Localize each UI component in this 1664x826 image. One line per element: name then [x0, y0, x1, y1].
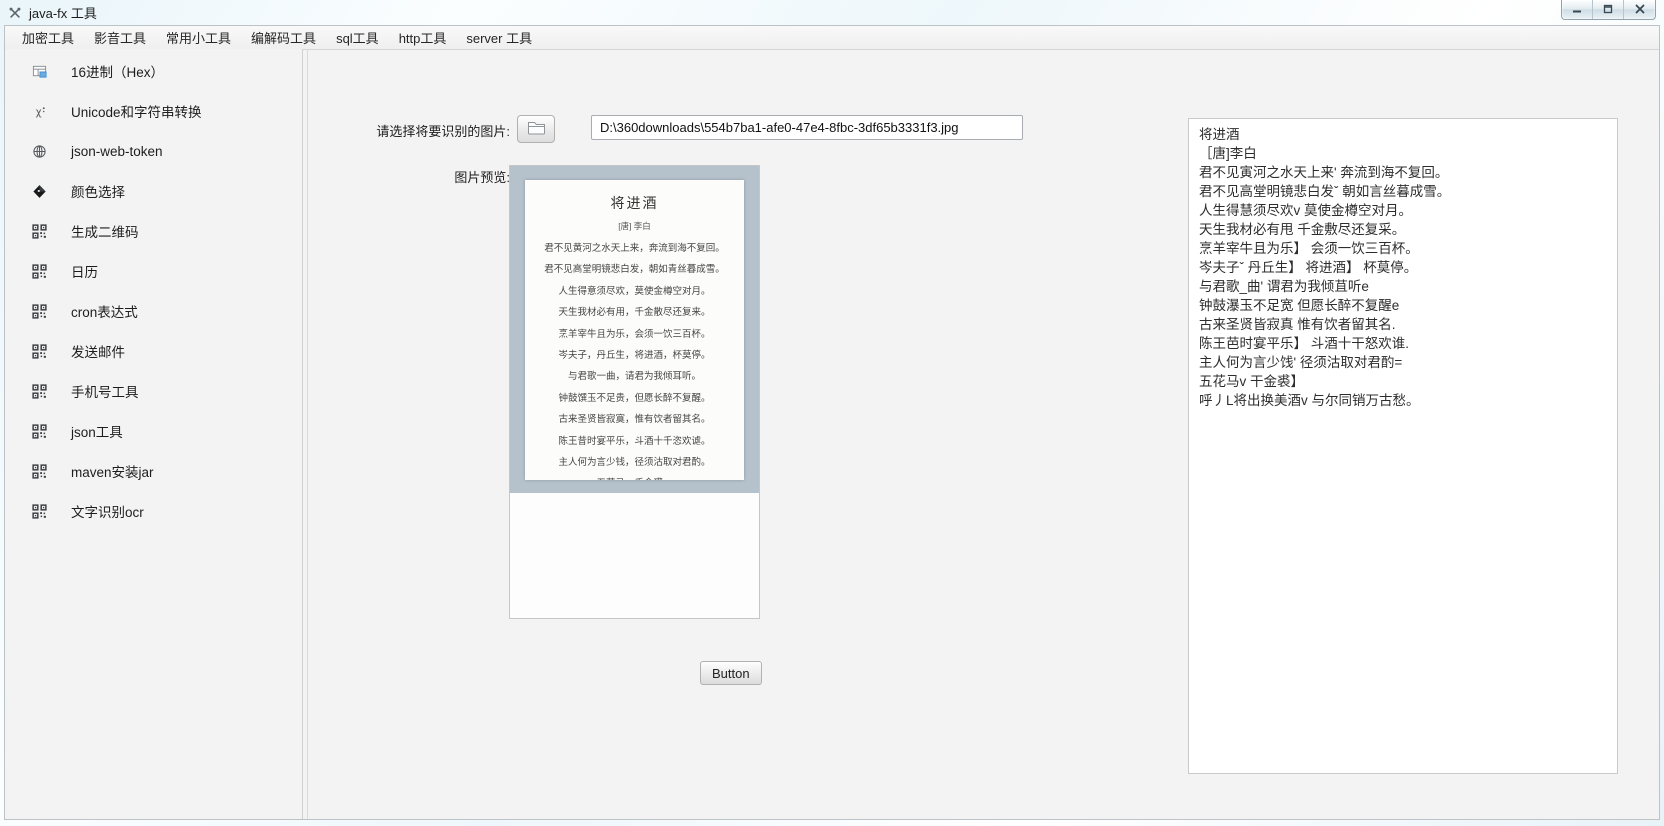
- sidebar-item[interactable]: 手机号工具: [5, 371, 302, 411]
- poem-line: 烹羊宰牛且为乐，会须一饮三百杯。: [525, 324, 744, 345]
- sidebar-item[interactable]: χ Unicode和字符串转换: [5, 91, 302, 131]
- sidebar-item[interactable]: 发送邮件: [5, 331, 302, 371]
- ocr-result-line: ［唐]李白: [1199, 144, 1607, 163]
- ocr-result-line: 将进酒: [1199, 125, 1607, 144]
- poem-lines: 君不见黄河之水天上来，奔流到海不复回。 君不见高堂明镜悲白发，朝如青丝暮成雪。 …: [525, 238, 744, 480]
- sidebar-item-label: 文字识别ocr: [71, 501, 144, 521]
- ocr-result-line: 君不见寅河之水天上来' 奔流到海不复回。: [1199, 163, 1607, 182]
- poem-line: 古来圣贤皆寂寞，惟有饮者留其名。: [525, 409, 744, 430]
- qr-icon: [29, 344, 49, 359]
- ocr-result-line: 五花马v 干金裘】: [1199, 372, 1607, 391]
- app-window: 加密工具 影音工具 常用小工具 编解码工具 sql工具 http工具 serve…: [4, 25, 1660, 820]
- sidebar-item[interactable]: json工具: [5, 411, 302, 451]
- sidebar-item-label: Unicode和字符串转换: [71, 101, 202, 121]
- sidebar-item[interactable]: maven安装jar: [5, 451, 302, 491]
- maximize-icon: [1602, 2, 1614, 17]
- sidebar-item-label: 手机号工具: [71, 381, 139, 401]
- poem-line: 天生我材必有用，千金散尽还复来。: [525, 302, 744, 323]
- menu-item[interactable]: sql工具: [326, 25, 389, 50]
- ocr-result-line: 呼丿L将出换美酒v 与尔同销万古愁。: [1199, 391, 1607, 410]
- minimize-icon: [1571, 2, 1583, 17]
- file-select-label: 请选择将要识别的图片:: [308, 121, 510, 140]
- sidebar-item-label: 生成二维码: [71, 221, 139, 241]
- menu-item[interactable]: server 工具: [456, 25, 542, 50]
- browse-button[interactable]: [517, 115, 555, 143]
- sidebar-item[interactable]: 文字识别ocr: [5, 491, 302, 531]
- poem-line: 五花马，千金裘，: [525, 473, 744, 480]
- sidebar-item-label: 16进制（Hex）: [71, 61, 164, 81]
- image-preview-pane: 将进酒 [唐] 李白 君不见黄河之水天上来，奔流到海不复回。 君不见高堂明镜悲白…: [509, 165, 760, 619]
- menu-bar: 加密工具 影音工具 常用小工具 编解码工具 sql工具 http工具 serve…: [5, 26, 1659, 50]
- ocr-result-textarea[interactable]: 将进酒 ［唐]李白 君不见寅河之水天上来' 奔流到海不复回。 君不见高堂明镜悲白…: [1188, 118, 1618, 774]
- qr-icon: [29, 384, 49, 399]
- sidebar-item-label: 发送邮件: [71, 341, 125, 361]
- poem-line: 人生得意须尽欢，莫使金樽空对月。: [525, 281, 744, 302]
- image-path-input[interactable]: [591, 115, 1023, 140]
- ocr-result-line: 钟鼓瀑玉不足宽 但愿长醉不复醒e: [1199, 296, 1607, 315]
- globe-icon: [29, 144, 49, 159]
- ocr-result-line: 与君歌_曲' 谓君为我倾苴听e: [1199, 277, 1607, 296]
- folder-icon: [527, 120, 546, 138]
- tools-icon: [7, 5, 22, 20]
- preview-label: 图片预览:: [308, 167, 510, 186]
- sidebar-item-label: 日历: [71, 261, 98, 281]
- poem-line: 与君歌一曲，请君为我倾耳听。: [525, 366, 744, 387]
- ocr-result-line: 岑夫子ˇ 丹丘生】 将进酒】 杯莫停。: [1199, 258, 1607, 277]
- qr-icon: [29, 504, 49, 519]
- sidebar-item-label: json工具: [71, 421, 123, 441]
- menu-item[interactable]: 加密工具: [12, 25, 84, 50]
- sidebar-item[interactable]: json-web-token: [5, 131, 302, 171]
- main-content: 请选择将要识别的图片: 图片预览: 将进酒 [唐] 李白 君不见黄河之水天上来，…: [307, 49, 1659, 819]
- qr-icon: [29, 304, 49, 319]
- menu-item[interactable]: 常用小工具: [156, 25, 241, 50]
- ocr-result-line: 烹羊宰牛且为乐】 会须一饮三百杯。: [1199, 239, 1607, 258]
- sidebar-item-label: json-web-token: [71, 144, 163, 159]
- ocr-result-line: 人生得慧须尽欢v 莫使金樽空对月。: [1199, 201, 1607, 220]
- poem-line: 钟鼓馔玉不足贵，但愿长醉不复醒。: [525, 388, 744, 409]
- minimize-button[interactable]: [1562, 0, 1593, 19]
- sidebar-item[interactable]: cron表达式: [5, 291, 302, 331]
- title-bar: java-fx 工具: [0, 0, 1664, 25]
- sidebar-item-label: cron表达式: [71, 301, 138, 321]
- run-ocr-button[interactable]: Button: [700, 661, 762, 685]
- window-title: java-fx 工具: [29, 3, 97, 22]
- ocr-result-line: 主人何为言少饯' 径须沽取对君酌=: [1199, 353, 1607, 372]
- ocr-result-line: 陈王芭时宴平乐】 斗酒十干怒欢谁.: [1199, 334, 1607, 353]
- ocr-result-line: 君不见高堂明镜悲白发ˇ 朝如言丝暮成雪。: [1199, 182, 1607, 201]
- qr-icon: [29, 424, 49, 439]
- desktop: { "window": { "title": "java-fx 工具", "ap…: [0, 0, 1664, 826]
- sidebar: 16进制（Hex） χ Unicode和字符串转换 json-web-token…: [5, 49, 303, 819]
- close-icon: [1634, 2, 1646, 17]
- poem-line: 君不见黄河之水天上来，奔流到海不复回。: [525, 238, 744, 259]
- sidebar-item-label: maven安装jar: [71, 461, 154, 481]
- maximize-button[interactable]: [1593, 0, 1624, 19]
- menu-item[interactable]: 编解码工具: [241, 25, 326, 50]
- poem-author: [唐] 李白: [525, 220, 744, 232]
- color-picker-icon: [29, 184, 49, 199]
- menu-item[interactable]: http工具: [389, 25, 457, 50]
- menu-item[interactable]: 影音工具: [84, 25, 156, 50]
- poem-page: 将进酒 [唐] 李白 君不见黄河之水天上来，奔流到海不复回。 君不见高堂明镜悲白…: [525, 180, 744, 480]
- sidebar-item-label: 颜色选择: [71, 181, 125, 201]
- qr-icon: [29, 224, 49, 239]
- svg-text:χ: χ: [35, 106, 41, 118]
- sidebar-item[interactable]: 颜色选择: [5, 171, 302, 211]
- close-button[interactable]: [1624, 0, 1655, 19]
- poem-line: 君不见高堂明镜悲白发，朝如青丝暮成雪。: [525, 259, 744, 280]
- sidebar-item[interactable]: 16进制（Hex）: [5, 51, 302, 91]
- qr-icon: [29, 264, 49, 279]
- ocr-result-line: 天生我材必有甩 千金敷尽还复采。: [1199, 220, 1607, 239]
- unicode-icon: χ: [29, 104, 49, 119]
- ocr-result-line: 古来圣贤皆寂真 惟有饮者留其名.: [1199, 315, 1607, 334]
- poem-line: 岑夫子，丹丘生，将进酒，杯莫停。: [525, 345, 744, 366]
- poem-line: 主人何为言少钱，径须沽取对君酌。: [525, 452, 744, 473]
- sidebar-item[interactable]: 生成二维码: [5, 211, 302, 251]
- sidebar-item[interactable]: 日历: [5, 251, 302, 291]
- preview-image: 将进酒 [唐] 李白 君不见黄河之水天上来，奔流到海不复回。 君不见高堂明镜悲白…: [510, 166, 759, 493]
- poem-line: 陈王昔时宴平乐，斗酒十千恣欢谑。: [525, 431, 744, 452]
- window-controls: [1561, 0, 1656, 20]
- hex-icon: [29, 64, 49, 79]
- qr-icon: [29, 464, 49, 479]
- poem-title: 将进酒: [525, 193, 744, 213]
